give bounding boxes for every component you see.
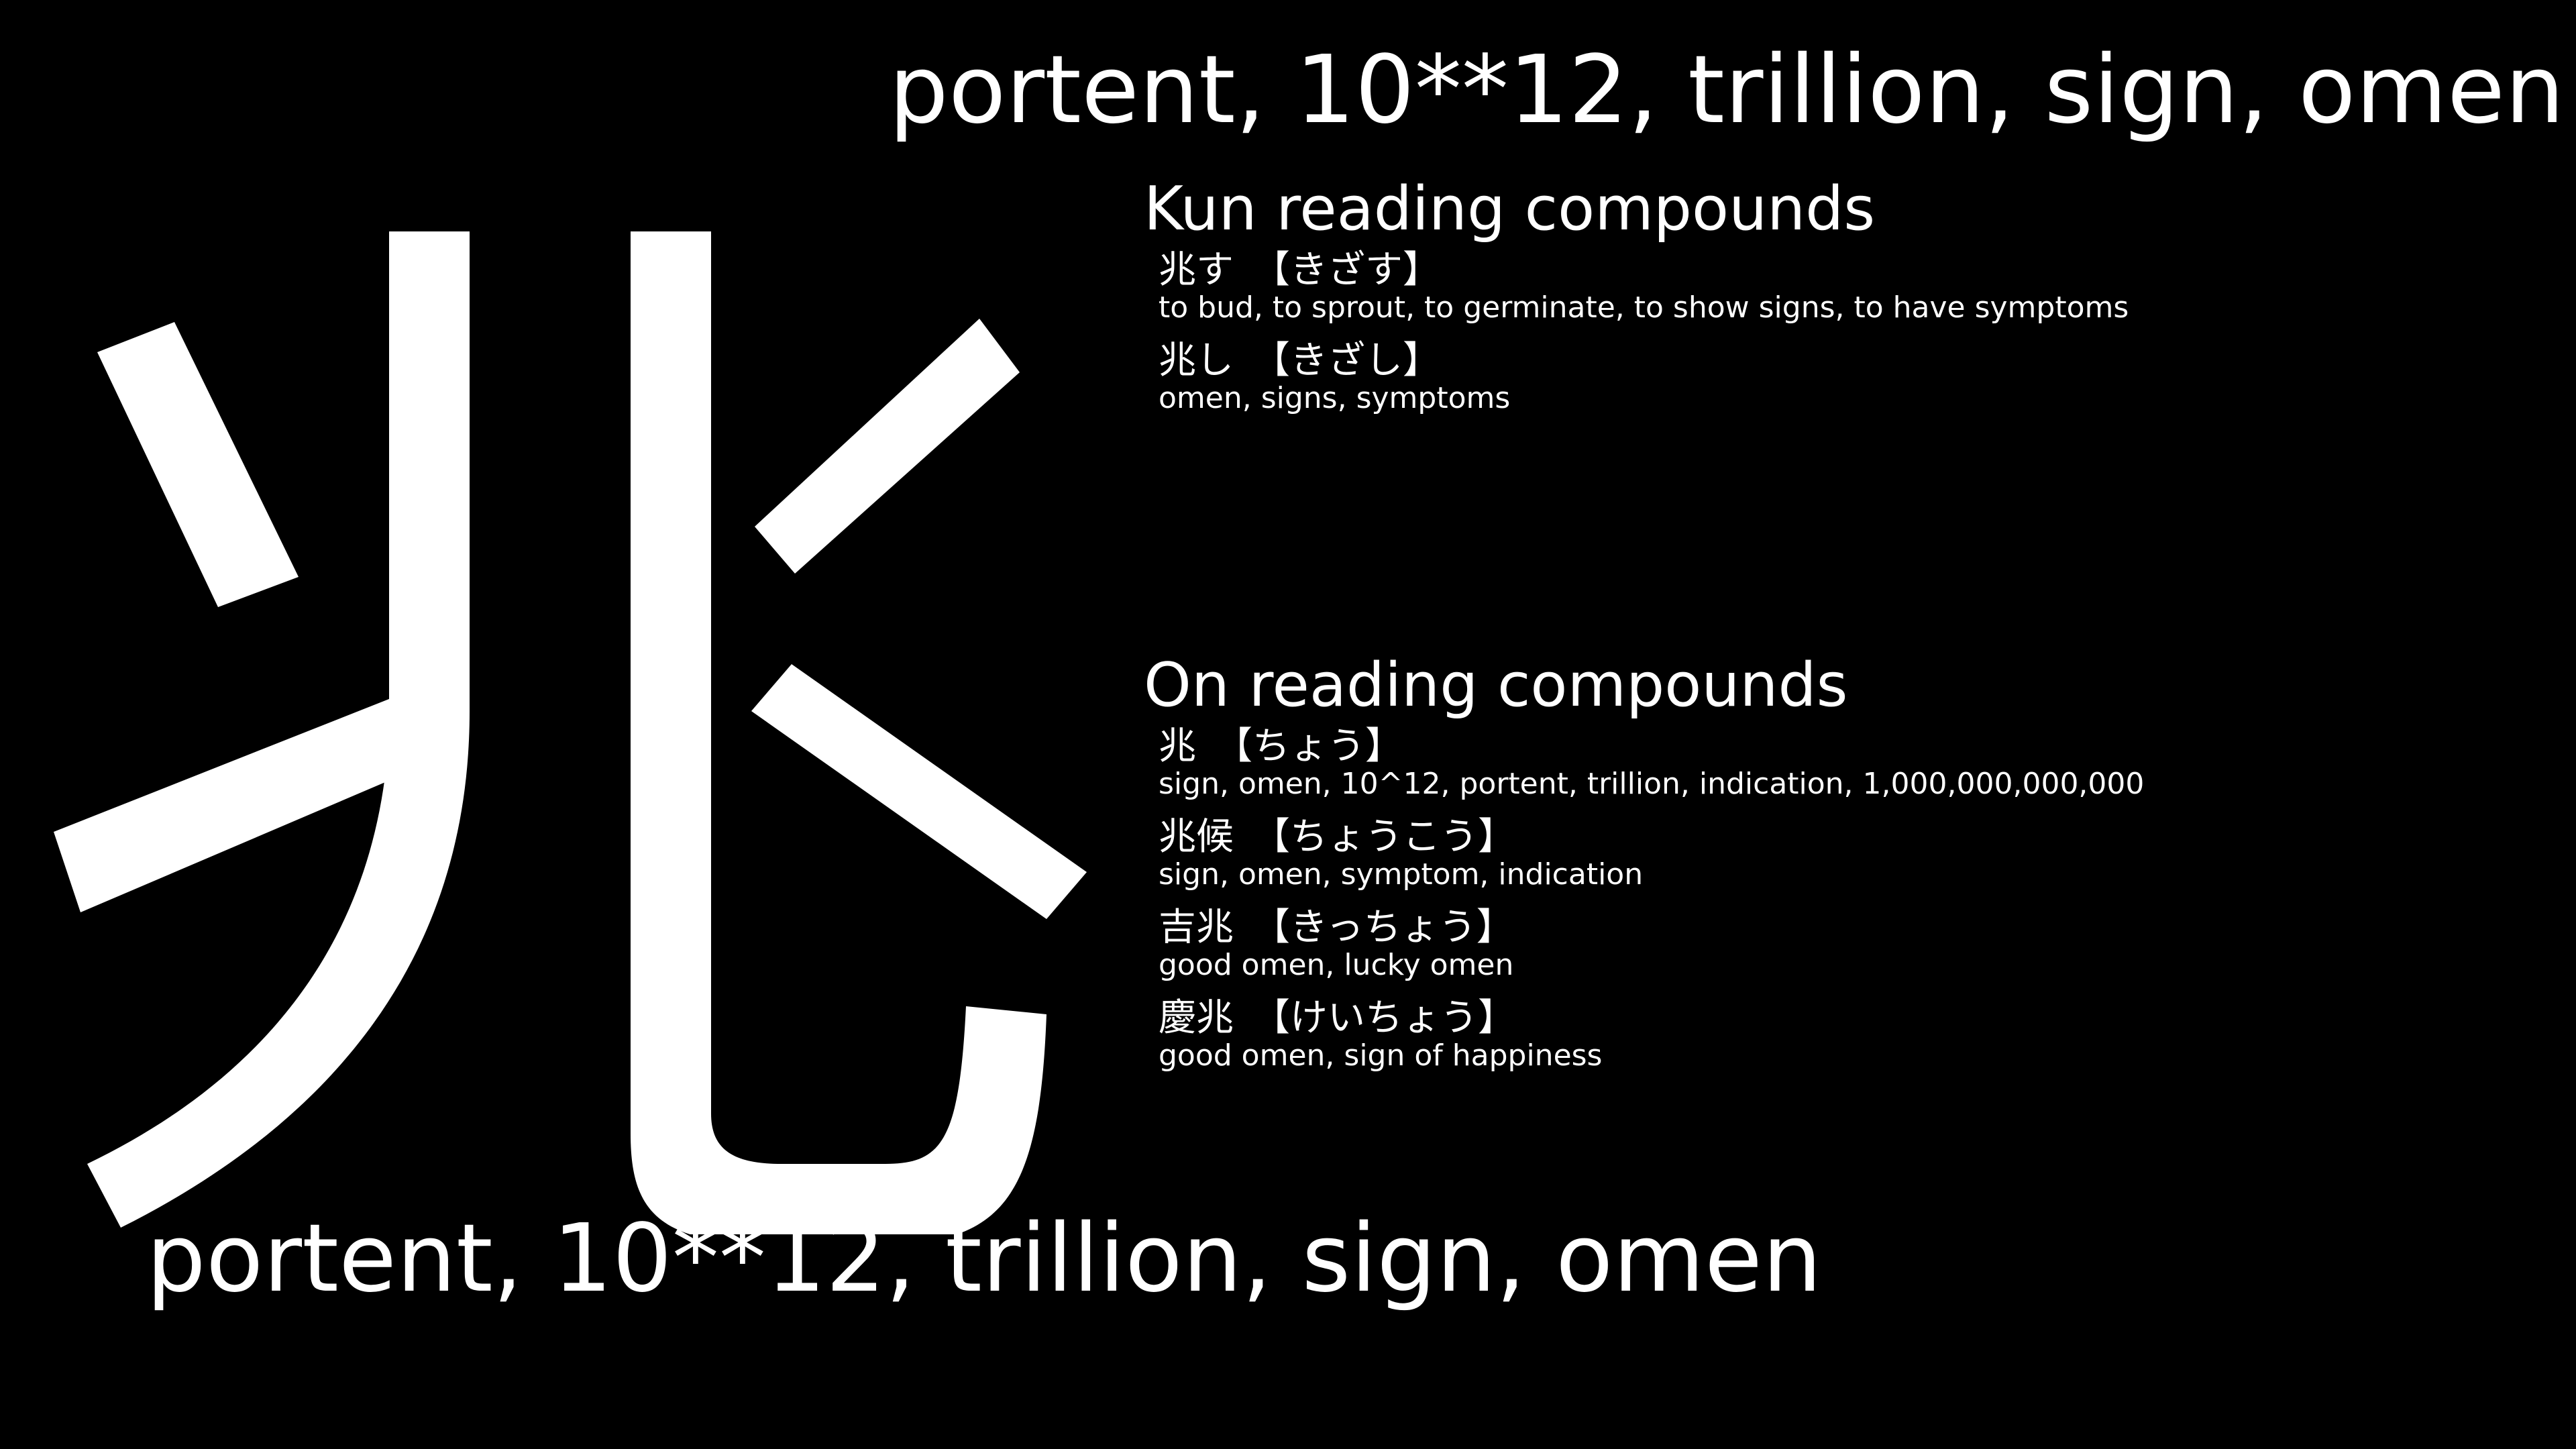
compound-word: 兆候	[1159, 815, 1234, 859]
compound-reading: 【きっちょう】	[1252, 906, 1514, 950]
kanji-glyph	[40, 201, 1100, 1234]
kanji-stroke-left-tick	[54, 698, 402, 912]
compound-reading: 【けいちょう】	[1252, 996, 1515, 1040]
on-compound: 兆【ちょう】 sign, omen, 10^12, portent, trill…	[1159, 724, 2519, 801]
compound-reading: 【ちょうこう】	[1252, 815, 1515, 859]
kun-section: Kun reading compounds 兆す 【きざす】 to bud, to…	[1144, 173, 2519, 431]
on-compound: 慶兆 【けいちょう】 good omen, sign of happiness	[1159, 996, 2519, 1073]
compound-word-line: 兆す 【きざす】	[1159, 248, 2519, 292]
kanji-stroke-lower-right	[751, 664, 1087, 919]
top-meaning: portent, 10**12, trillion, sign, omen	[889, 36, 2565, 145]
compound-reading: 【きざし】	[1252, 339, 1440, 383]
kanji-stroke-upper-right	[755, 319, 1020, 574]
compound-word-line: 兆【ちょう】	[1159, 724, 2519, 768]
on-section: On reading compounds 兆【ちょう】 sign, omen, …	[1144, 649, 2519, 1088]
compound-meaning: omen, signs, symptoms	[1159, 380, 1511, 415]
on-heading: On reading compounds	[1144, 650, 1848, 720]
bottom-meaning: portent, 10**12, trillion, sign, omen	[146, 1204, 1822, 1313]
compound-meaning: to bud, to sprout, to germinate, to show…	[1159, 290, 2129, 325]
compound-meaning: good omen, sign of happiness	[1159, 1038, 1603, 1073]
compound-word-line: 兆し 【きざし】	[1159, 339, 2519, 383]
kun-compound: 兆す 【きざす】 to bud, to sprout, to germinate,…	[1159, 248, 2519, 325]
on-compound: 兆候 【ちょうこう】 sign, omen, symptom, indicatio…	[1159, 816, 2519, 891]
compound-word: 吉兆	[1159, 906, 1234, 950]
compound-reading: 【ちょう】	[1215, 724, 1403, 768]
compound-word-line: 兆候 【ちょうこう】	[1159, 816, 2519, 859]
compound-reading: 【きざす】	[1252, 248, 1440, 292]
compound-word-line: 吉兆 【きっちょう】	[1159, 906, 2519, 950]
compound-word: 慶兆	[1159, 996, 1234, 1040]
kanji-stroke-upper-left	[97, 322, 299, 607]
kun-heading: Kun reading compounds	[1144, 174, 1876, 244]
compound-word: 兆し	[1159, 339, 1234, 383]
compound-word-line: 慶兆 【けいちょう】	[1159, 996, 2519, 1040]
compound-meaning: sign, omen, 10^12, portent, trillion, in…	[1159, 766, 2145, 801]
compound-word: 兆す	[1159, 248, 1234, 292]
compound-word: 兆	[1159, 724, 1196, 768]
compound-meaning: good omen, lucky omen	[1159, 947, 1514, 982]
kun-compound: 兆し 【きざし】 omen, signs, symptoms	[1159, 339, 2519, 415]
kanji-cho-icon	[54, 231, 1087, 1234]
on-compound: 吉兆 【きっちょう】 good omen, lucky omen	[1159, 906, 2519, 982]
compound-meaning: sign, omen, symptom, indication	[1159, 857, 1644, 892]
